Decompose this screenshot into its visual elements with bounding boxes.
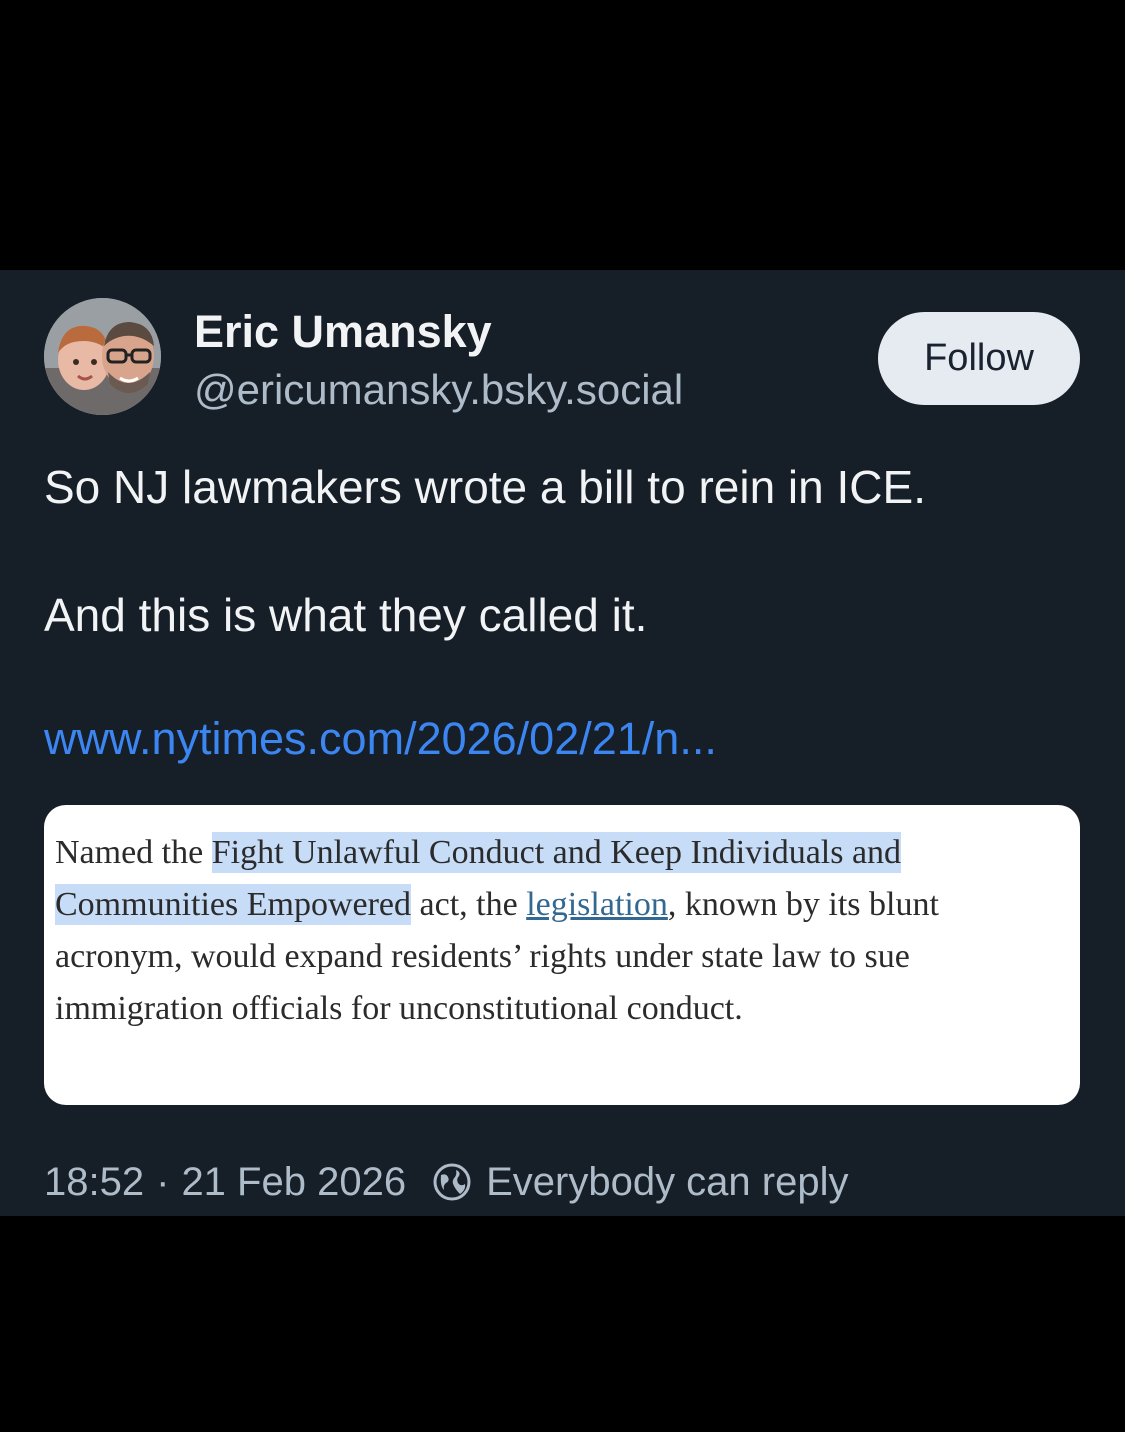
quoted-image[interactable]: Named the Fight Unlawful Conduct and Kee…: [44, 805, 1080, 1105]
globe-icon: [432, 1162, 472, 1202]
quote-highlight-1: Fight Unlawful Conduct and Keep Individu…: [211, 832, 902, 873]
post-text-line-1: So NJ lawmakers wrote a bill to rein in …: [44, 461, 926, 513]
quote-prefix: Named the: [55, 834, 212, 871]
post-meta: 18:52 · 21 Feb 2026 Everybody can reply: [44, 1155, 848, 1209]
quote-rest-1: , known by its blunt: [667, 886, 939, 923]
author-handle[interactable]: @ericumansky.bsky.social: [194, 363, 683, 417]
quote-legislation-link[interactable]: legislation: [526, 886, 668, 923]
post-time[interactable]: 18:52: [44, 1160, 144, 1205]
quote-text: Named the Fight Unlawful Conduct and Kee…: [55, 827, 1065, 1035]
quote-highlight-2: Communities Empowered: [55, 884, 412, 925]
article-link[interactable]: www.nytimes.com/2026/02/21/n...: [44, 710, 717, 768]
post-date[interactable]: 21 Feb 2026: [181, 1160, 406, 1205]
author-name[interactable]: Eric Umansky: [194, 304, 492, 360]
reply-setting[interactable]: Everybody can reply: [486, 1160, 848, 1205]
meta-separator: ·: [156, 1159, 170, 1204]
quote-rest-3: immigration officials for unconstitution…: [55, 990, 743, 1027]
follow-button[interactable]: Follow: [878, 312, 1080, 405]
quote-middle: act, the: [411, 886, 527, 923]
quote-rest-2: acronym, would expand residents’ rights …: [55, 938, 910, 975]
avatar[interactable]: [44, 298, 161, 415]
post-text-line-2: And this is what they called it.: [44, 589, 648, 641]
